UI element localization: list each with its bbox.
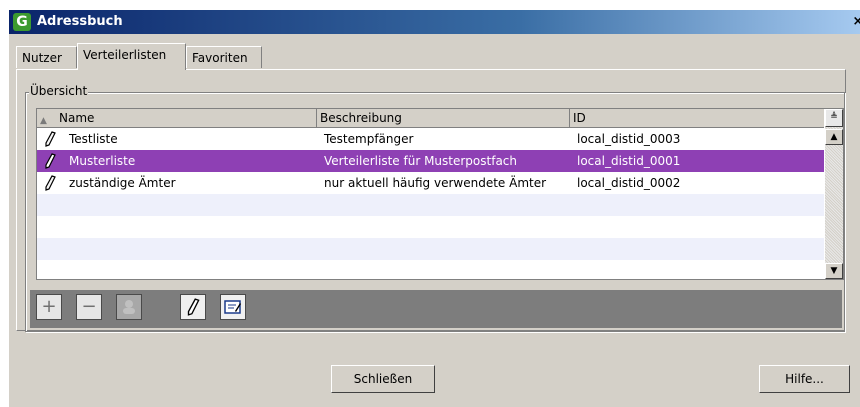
row-name: zuständige Ämter xyxy=(69,176,176,190)
empty-row xyxy=(37,238,824,260)
column-header-label: ID xyxy=(573,111,586,125)
title-bar[interactable]: G Adressbuch × xyxy=(9,10,860,34)
row-name: Musterliste xyxy=(69,154,136,168)
column-header-id[interactable]: ID xyxy=(570,109,824,127)
table-row[interactable]: Musterliste Verteilerliste für Musterpos… xyxy=(37,150,824,172)
tab-label: Nutzer xyxy=(22,51,62,65)
scroll-up-button[interactable]: ▲ xyxy=(825,129,843,145)
table-row[interactable]: zuständige Ämter nur aktuell häufig verw… xyxy=(37,172,824,194)
empty-row xyxy=(37,260,824,279)
row-description: Testempfänger xyxy=(324,132,414,146)
pencil-icon xyxy=(45,153,56,169)
edit-form-icon xyxy=(224,300,241,314)
row-description: nur aktuell häufig verwendete Ämter xyxy=(324,176,547,190)
table-row[interactable]: Testliste Testempfänger local_distid_000… xyxy=(37,128,824,150)
list-toolbar: + − xyxy=(30,290,842,328)
minus-icon: − xyxy=(81,296,97,317)
tab-verteilerlisten[interactable]: Verteilerlisten xyxy=(77,43,186,70)
users-icon xyxy=(123,300,135,314)
pencil-icon xyxy=(45,131,56,147)
scroll-down-button[interactable]: ▼ xyxy=(825,263,843,279)
tab-label: Favoriten xyxy=(192,51,248,65)
plus-icon: + xyxy=(41,296,57,317)
tab-nutzer[interactable]: Nutzer xyxy=(16,46,77,68)
column-header-label: Name xyxy=(59,111,95,125)
row-description: Verteilerliste für Musterpostfach xyxy=(324,154,517,168)
overview-label: Übersicht xyxy=(29,84,89,98)
column-chooser-button[interactable]: ≜ xyxy=(825,109,843,127)
arrow-up-icon: ▲ xyxy=(830,132,838,142)
app-logo-icon: G xyxy=(13,13,31,31)
edit-button[interactable] xyxy=(180,294,206,320)
row-name: Testliste xyxy=(69,132,118,146)
pencil-icon xyxy=(45,175,56,191)
empty-row xyxy=(37,194,824,216)
add-button[interactable]: + xyxy=(36,294,62,320)
assign-users-button[interactable] xyxy=(116,294,142,320)
vertical-scrollbar[interactable]: ≜ ▲ ▼ xyxy=(825,109,843,279)
column-header-name[interactable]: ▲ Name xyxy=(37,109,317,127)
column-chooser-icon: ≜ xyxy=(830,112,838,122)
window-title: Adressbuch xyxy=(37,14,123,29)
pencil-icon xyxy=(187,298,200,316)
edit-properties-button[interactable] xyxy=(220,294,246,320)
empty-row xyxy=(37,216,824,238)
tab-favoriten[interactable]: Favoriten xyxy=(186,46,262,68)
distribution-list-table: ▲ Name Beschreibung ID Testliste Testemp… xyxy=(36,108,844,280)
arrow-down-icon: ▼ xyxy=(830,266,838,276)
column-header-description[interactable]: Beschreibung xyxy=(317,109,570,127)
tab-label: Verteilerlisten xyxy=(83,48,167,62)
close-window-button[interactable]: × xyxy=(851,14,860,29)
remove-button[interactable]: − xyxy=(76,294,102,320)
help-button[interactable]: Hilfe... xyxy=(759,365,850,393)
row-id: local_distid_0001 xyxy=(577,154,681,168)
table-header: ▲ Name Beschreibung ID xyxy=(37,109,824,128)
row-id: local_distid_0003 xyxy=(577,132,681,146)
close-button[interactable]: Schließen xyxy=(331,365,435,393)
row-id: local_distid_0002 xyxy=(577,176,681,190)
column-header-label: Beschreibung xyxy=(320,111,402,125)
